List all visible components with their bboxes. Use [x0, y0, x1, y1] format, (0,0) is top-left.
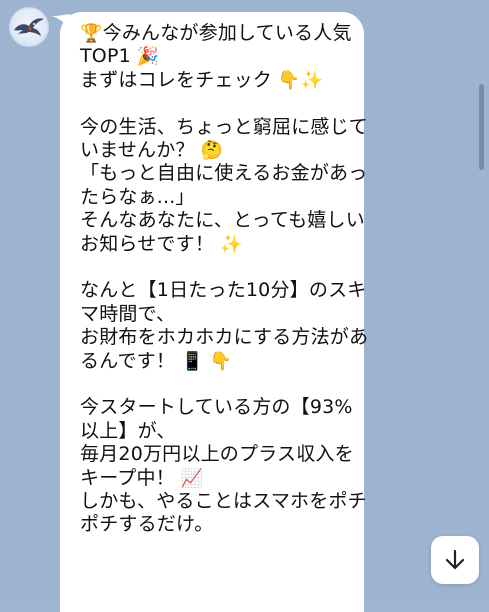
message-line [80, 373, 350, 396]
message-line: お財布をホカホカにする方法があ [80, 326, 368, 349]
message-bubble[interactable]: 🏆今みんなが参加している人気 TOP1 🎉 まずはコレをチェック 👇✨ 今の生活、ちょ… [60, 12, 368, 612]
message-line-text: 毎月20万円以上のプラス収入を [80, 443, 354, 466]
message-line: なんと【1日たった10分】のスキ [80, 279, 366, 302]
message-line-text: るんです！ [80, 349, 176, 372]
message-line: 今の生活、ちょっと窮屈に感じて [80, 116, 368, 139]
trail-emoji: 📈 [174, 467, 204, 489]
message-line-text: TOP1 [80, 45, 131, 68]
message-line-text: いませんか？ [80, 139, 195, 162]
message-line-text: たらなぁ...」 [80, 185, 195, 208]
trail-emoji: ✨ [214, 233, 243, 255]
message-line: お知らせです！ ✨ [80, 233, 350, 256]
message-line: キープ中！ 📈 [80, 467, 350, 490]
trail-emoji: 📱 👇 [175, 350, 233, 372]
message-line: しかも、やることはスマホをポチ [80, 490, 367, 513]
message-line [80, 256, 350, 279]
message-line: ポチするだけ。 [80, 513, 350, 536]
lead-emoji: 🏆 [80, 23, 103, 44]
message-line-text: キープ中！ [80, 466, 175, 489]
message-line: 🏆今みんなが参加している人気 [80, 22, 352, 45]
message-line: 今スタートしている方の【93% [80, 396, 353, 419]
message-line: 毎月20万円以上のプラス収入を [80, 443, 354, 466]
message-line: そんなあなたに、とっても嬉しい [80, 209, 365, 232]
message-line-text: 以上】が、 [80, 419, 176, 442]
message-line-text: 今スタートしている方の【93% [80, 396, 353, 419]
message-line-text: ポチするだけ。 [80, 513, 214, 536]
message-line [80, 92, 350, 115]
message-line-text: 今の生活、ちょっと窮屈に感じて [80, 115, 369, 138]
message-line-text: 「もっと自由に使えるお金があっ [80, 162, 368, 185]
scrollbar[interactable] [479, 84, 484, 170]
sender-avatar[interactable] [10, 8, 48, 46]
message-line-text: お財布をホカホカにする方法があ [80, 326, 369, 349]
message-line: マ時間で、 [80, 303, 350, 326]
message-line: TOP1 🎉 [80, 45, 350, 68]
message-line: たらなぁ...」 [80, 186, 350, 209]
message-line: 以上】が、 [80, 420, 350, 443]
message-line: 「もっと自由に使えるお金があっ [80, 162, 367, 185]
chat-area: 🏆今みんなが参加している人気 TOP1 🎉 まずはコレをチェック 👇✨ 今の生活、ちょ… [0, 0, 489, 612]
message-line-text: しかも、やることはスマホをポチ [80, 490, 367, 513]
message-line: まずはコレをチェック 👇✨ [80, 69, 350, 92]
scroll-to-bottom-button[interactable] [431, 536, 479, 584]
arrow-down-icon [445, 549, 465, 570]
message-line-text: マ時間で、 [80, 302, 176, 325]
bird-avatar-icon [14, 18, 44, 36]
message-line: るんです！ 📱 👇 [80, 350, 350, 373]
message-line-text: 今みんなが参加している人気 [102, 22, 352, 44]
message-line-text: なんと【1日たった10分】のスキ [80, 279, 367, 302]
message-line-text: まずはコレをチェック [80, 68, 273, 91]
trail-emoji: 👇✨ [272, 69, 324, 91]
message-line-text: そんなあなたに、とっても嬉しい [80, 209, 365, 232]
message-line: いませんか？ 🤔 [80, 139, 350, 162]
trail-emoji: 🤔 [194, 140, 224, 162]
message-text: 🏆今みんなが参加している人気 TOP1 🎉 まずはコレをチェック 👇✨ 今の生活、ちょ… [80, 22, 368, 560]
trail-emoji: 🎉 [130, 46, 160, 68]
message-line [80, 537, 350, 560]
message-line-text: お知らせです！ [80, 232, 215, 255]
